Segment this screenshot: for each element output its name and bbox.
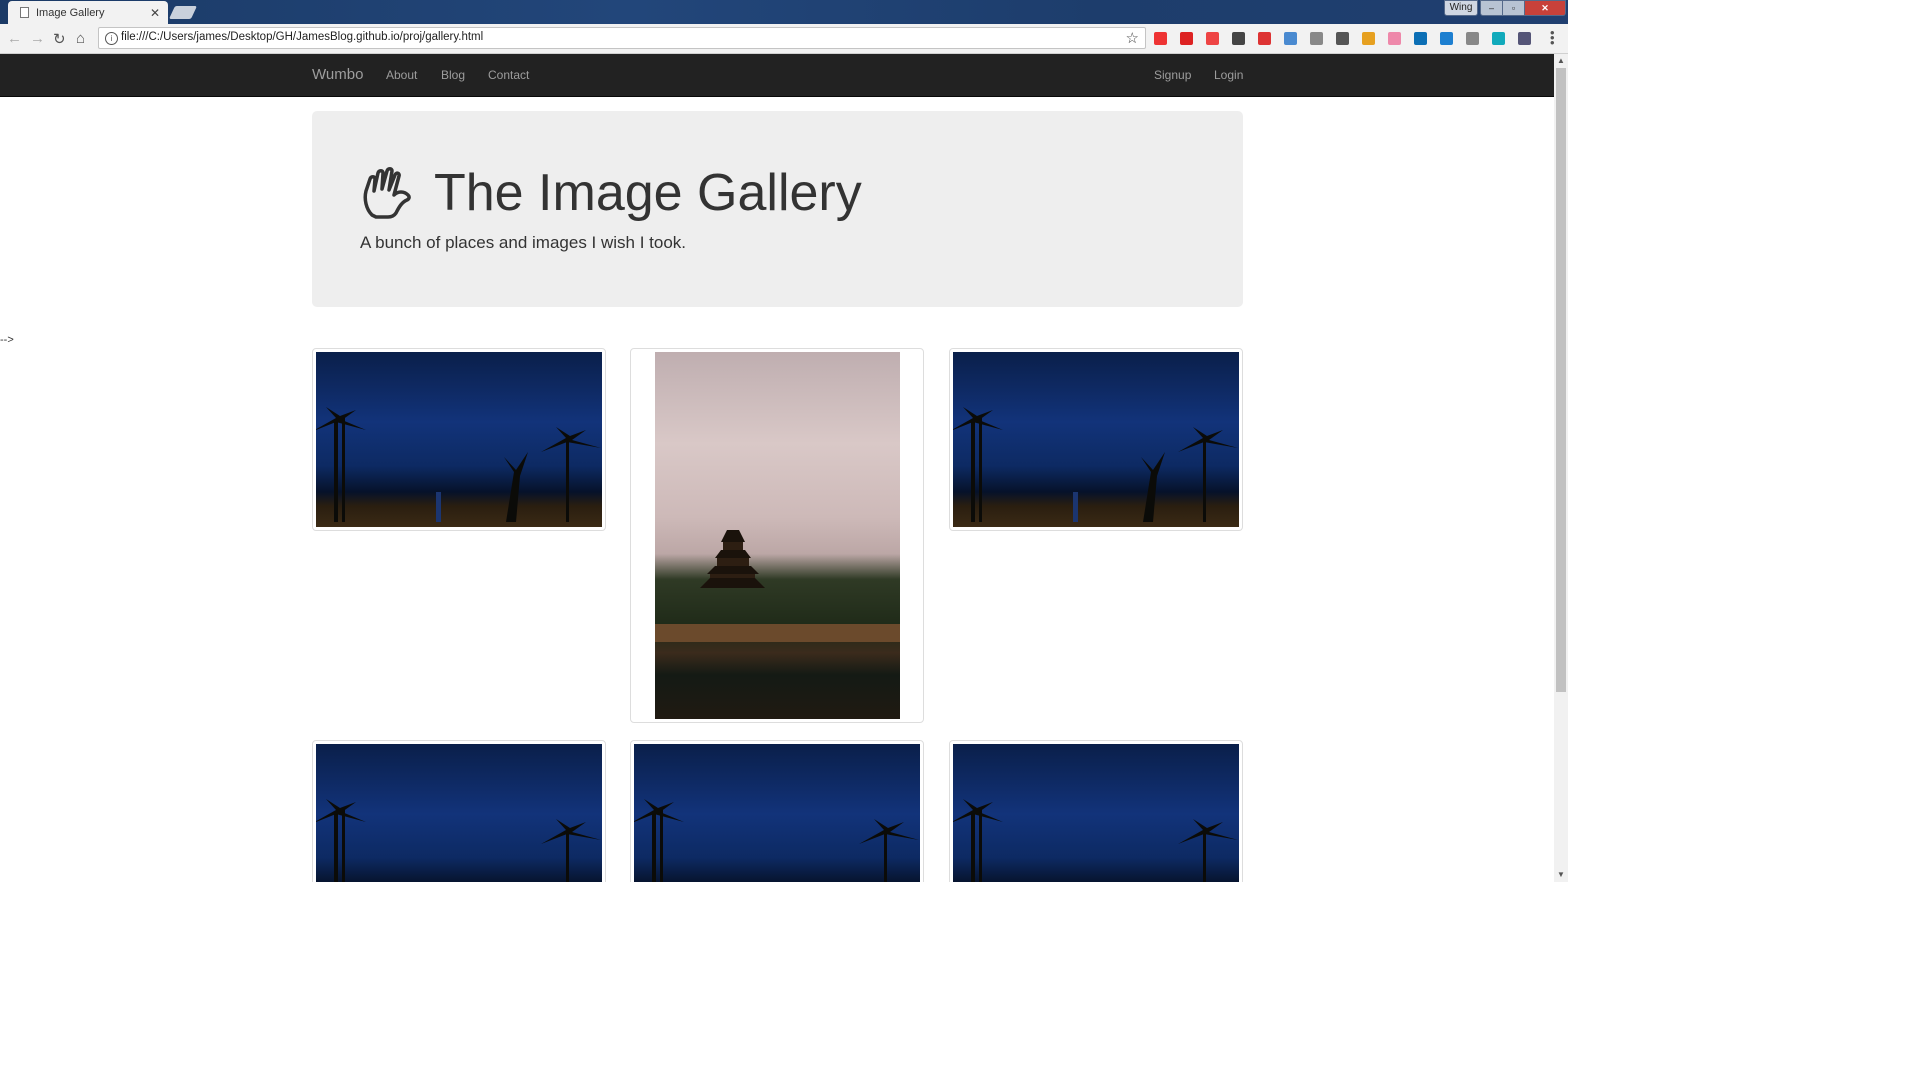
extension-icon[interactable] [1284,32,1297,45]
close-window-button[interactable]: ✕ [1525,0,1566,16]
jumbotron: The Image Gallery A bunch of places and … [312,111,1243,307]
back-icon[interactable]: ← [7,30,22,47]
page-title: The Image Gallery [360,163,862,223]
nav-contact[interactable]: Contact [488,68,529,82]
night-palm-photo [634,744,920,882]
gallery-thumbnail[interactable] [630,348,924,723]
url-text[interactable]: file:///C:/Users/james/Desktop/GH/JamesB… [121,31,483,43]
tab-title: Image Gallery [36,6,105,19]
extension-icon[interactable] [1232,32,1245,45]
scroll-thumb[interactable] [1556,68,1566,692]
brand-link[interactable]: Wumbo [312,66,363,83]
page-subtitle: A bunch of places and images I wish I to… [360,233,687,252]
stray-comment-text: --> [0,334,14,346]
forward-icon[interactable]: → [30,30,45,47]
scroll-down-icon[interactable]: ▼ [1557,870,1565,879]
address-bar[interactable]: i file:///C:/Users/james/Desktop/GH/Jame… [98,27,1146,49]
night-palm-photo [953,352,1239,527]
castle-photo [654,352,900,719]
extension-icon[interactable] [1362,32,1375,45]
home-icon[interactable]: ⌂ [76,30,85,47]
nav-login[interactable]: Login [1214,68,1243,82]
title-text: The Image Gallery [434,164,862,222]
reload-icon[interactable]: ↻ [53,30,66,48]
extension-icon[interactable] [1206,32,1219,45]
extension-icon[interactable] [1258,32,1271,45]
page-icon [20,7,29,18]
night-palm-photo [953,744,1239,882]
castle-photo-frame [654,352,900,719]
nav-signup[interactable]: Signup [1154,68,1191,82]
extension-icon[interactable] [1388,32,1401,45]
site-navbar: Wumbo About Blog Contact Signup Login [0,54,1554,97]
window-controls: – ▫ ✕ [1480,0,1566,16]
nav-blog[interactable]: Blog [441,68,465,82]
window-user-badge[interactable]: Wing [1444,0,1478,16]
browser-toolbar: ← → ↻ ⌂ i file:///C:/Users/james/Desktop… [0,24,1568,54]
extension-icon[interactable] [1466,32,1479,45]
nav-about[interactable]: About [386,68,417,82]
close-tab-icon[interactable]: ✕ [150,6,160,20]
extension-icon[interactable] [1154,32,1167,45]
extension-icon[interactable] [1440,32,1453,45]
web-page: Wumbo About Blog Contact Signup Login Th… [0,54,1554,882]
new-tab-button[interactable] [168,6,198,19]
night-palm-photo [316,352,602,527]
gallery-thumbnail[interactable] [949,740,1243,882]
page-scrollbar[interactable]: ▲ ▼ [1554,54,1568,882]
browser-tab[interactable]: Image Gallery ✕ [8,1,168,24]
extension-icon[interactable] [1492,32,1505,45]
maximize-button[interactable]: ▫ [1503,0,1525,16]
gallery-thumbnail[interactable] [949,348,1243,531]
info-icon[interactable]: i [105,32,118,45]
menu-icon[interactable]: • • • [1550,26,1555,49]
gallery-thumbnail[interactable] [312,740,606,882]
night-palm-photo [316,744,602,882]
extension-icon[interactable] [1310,32,1323,45]
extension-icon[interactable] [1336,32,1349,45]
extension-icon[interactable] [1180,32,1193,45]
extension-icon[interactable] [1414,32,1427,45]
extension-icon[interactable] [1518,32,1531,45]
minimize-button[interactable]: – [1480,0,1503,16]
scroll-up-icon[interactable]: ▲ [1557,56,1565,65]
bookmark-star-icon[interactable]: ☆ [1126,29,1139,47]
browser-tabstrip: Image Gallery ✕ Wing – ▫ ✕ [0,0,1568,24]
gallery-thumbnail[interactable] [312,348,606,531]
gallery-thumbnail[interactable] [630,740,924,882]
hand-icon [363,167,411,219]
